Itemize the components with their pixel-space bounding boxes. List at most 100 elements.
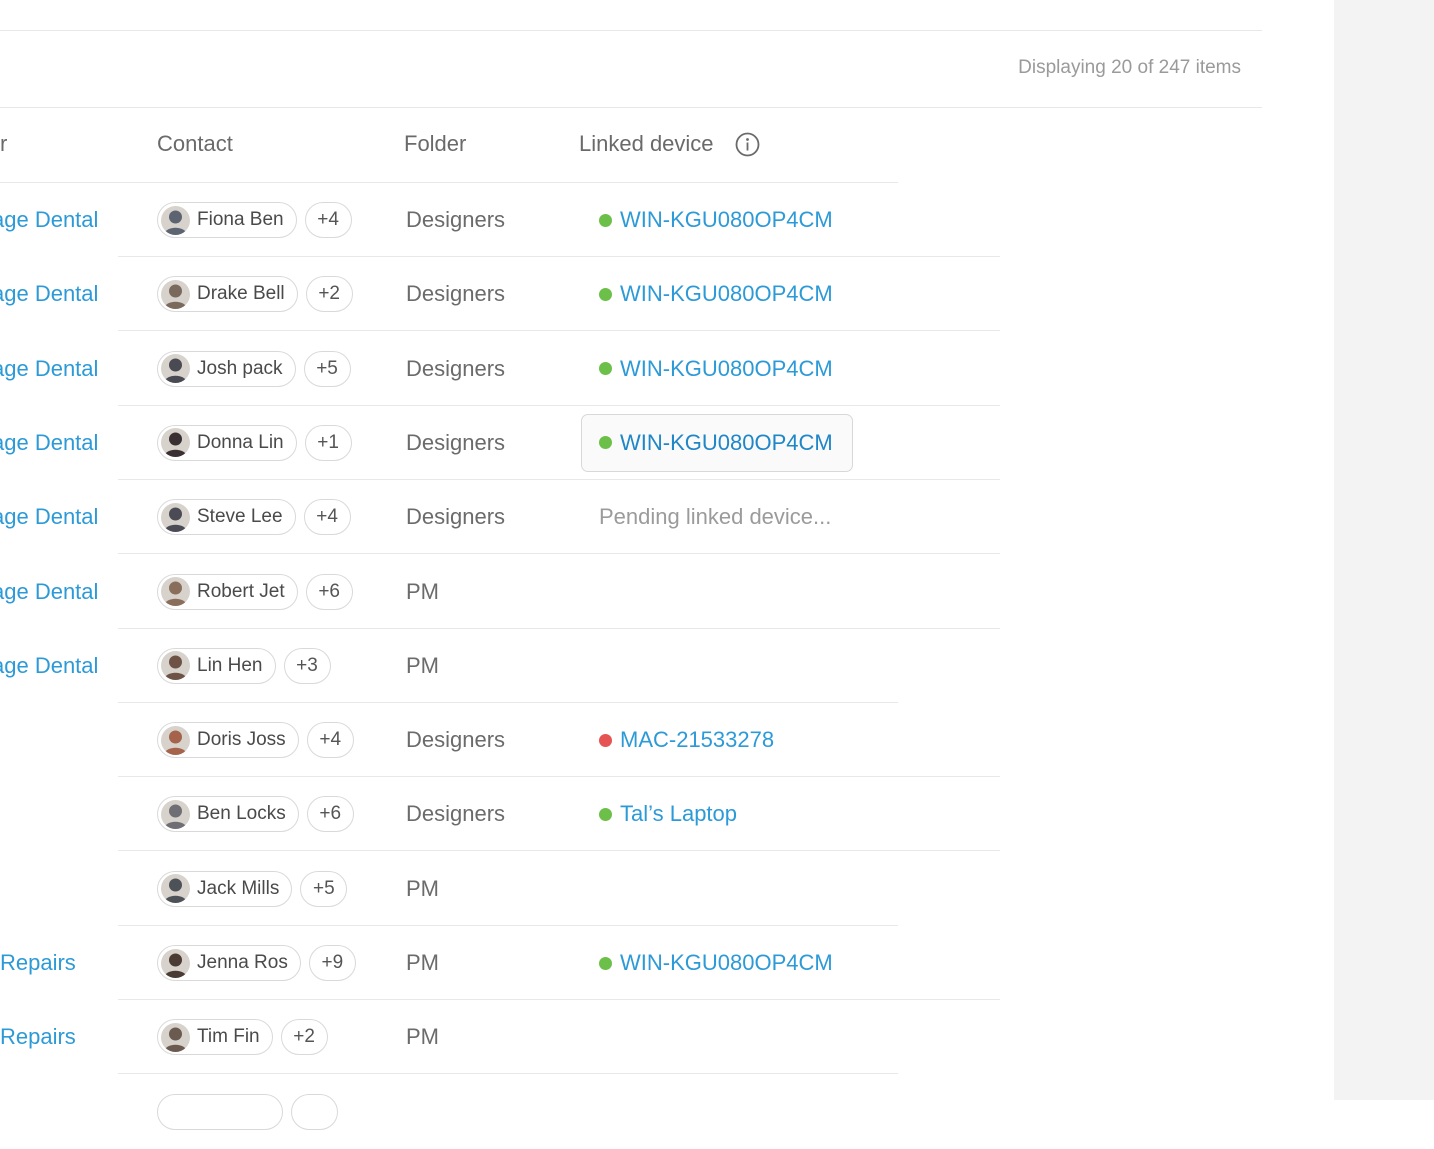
table-row[interactable]: age Dental Steve Lee +4 Designers Pending li… [0,480,1000,555]
more-contacts-badge[interactable]: +5 [300,870,348,907]
device-name: Tal’s Laptop [620,801,738,827]
more-contacts-badge[interactable]: +6 [306,796,354,833]
linked-device-link[interactable]: Tal’s Laptop [599,777,737,851]
folder-cell: Designers [406,355,506,381]
contact-name: Robert Jet [197,580,285,602]
contact-cell: Josh pack +5 [157,332,351,406]
table-row[interactable]: Jack Mills +5 PM [0,852,1000,926]
online-status-dot [599,436,612,450]
contact-name: Jack Mills [197,877,280,899]
folder-cell: PM [406,652,439,678]
contact-cell: Robert Jet +6 [157,555,353,629]
more-contacts-badge[interactable]: +4 [304,202,352,238]
contact-chip[interactable]: Steve Lee [157,499,296,536]
column-header-customer[interactable]: r [0,131,7,157]
more-contacts-badge[interactable]: +6 [305,573,353,610]
avatar [161,428,190,458]
toolbar-divider [0,30,1262,31]
table-row[interactable]: age Dental Josh pack +5 Designers WIN-KGU080… [0,332,1000,406]
table-row[interactable]: Ben Locks +6 Designers Tal’s Laptop [0,777,1000,852]
avatar [161,651,190,681]
contact-name: Fiona Ben [197,209,284,230]
contact-chip[interactable]: Jenna Ros [157,945,301,981]
contact-name: Donna Lin [197,431,284,453]
contact-cell: Steve Lee +4 [157,480,351,554]
contact-name: Ben Locks [197,803,286,825]
folder-cell: Designers [406,207,506,232]
contact-chip[interactable] [157,1093,283,1130]
table-row[interactable] [0,1075,1000,1149]
device-name: WIN-KGU080OP4CM [620,355,833,381]
column-header-contact[interactable]: Contact [157,131,233,157]
online-status-dot [599,213,612,227]
table-row[interactable]: age Dental Fiona Ben +4 Designers WIN-KGU080… [0,183,1000,257]
folder-cell: PM [406,875,439,901]
linked-device-link[interactable]: MAC-21533278 [599,703,774,777]
folder-cell: PM [406,578,439,604]
contact-cell: Jack Mills +5 [157,852,348,926]
contact-chip[interactable]: Lin Hen [157,647,276,684]
more-contacts-badge[interactable]: +2 [305,276,353,313]
more-contacts-badge[interactable]: +1 [304,424,352,461]
customer-link[interactable]: age Dental [0,629,98,703]
contact-name: Drake Bell [197,283,285,305]
more-contacts-badge[interactable]: +3 [283,647,331,684]
contact-chip[interactable]: Doris Joss [157,722,299,759]
more-contacts-badge[interactable]: +9 [308,945,356,981]
contact-cell: Doris Joss +4 [157,703,354,777]
customer-link[interactable]: age Dental [0,332,98,406]
table-row[interactable]: age Dental Robert Jet +6 PM [0,555,1000,629]
contact-chip[interactable]: Fiona Ben [157,202,297,238]
customer-link[interactable]: age Dental [0,183,98,257]
column-header-linked-device[interactable]: Linked device [579,131,714,157]
contact-chip[interactable]: Drake Bell [157,276,298,313]
folder-cell: PM [406,950,439,975]
device-name: WIN-KGU080OP4CM [620,207,833,232]
customer-link[interactable]: age Dental [0,480,98,554]
customer-link[interactable]: Repairs [0,926,76,1000]
contact-chip[interactable]: Ben Locks [157,796,299,833]
info-icon[interactable] [735,132,760,157]
avatar [161,1022,190,1052]
device-name: WIN-KGU080OP4CM [620,429,833,455]
contact-chip[interactable]: Robert Jet [157,573,298,610]
online-status-dot [599,362,612,376]
table-row[interactable]: Doris Joss +4 Designers MAC-21533278 [0,703,1000,778]
more-contacts-badge[interactable]: +2 [280,1019,328,1056]
pending-device-label: Pending linked device... [599,480,831,554]
avatar [161,205,190,235]
more-contacts-badge[interactable] [291,1093,338,1130]
contact-chip[interactable]: Tim Fin [157,1019,273,1056]
table-row[interactable]: age Dental Drake Bell +2 Designers WIN-KGU08… [0,257,1000,332]
table-row[interactable]: age Dental Donna Lin +1 Designers WIN-KGU080… [0,406,1000,480]
contact-cell: Drake Bell +2 [157,257,353,331]
column-header-folder[interactable]: Folder [404,131,466,157]
linked-device-link[interactable]: WIN-KGU080OP4CM [599,406,833,480]
table-row[interactable]: Repairs Tim Fin +2 PM [0,1000,1000,1075]
folder-cell: Designers [406,429,506,455]
linked-device-link[interactable]: WIN-KGU080OP4CM [599,183,833,257]
customer-link[interactable]: age Dental [0,555,98,629]
table-row[interactable]: age Dental Lin Hen +3 PM [0,629,1000,703]
contact-cell [157,1075,338,1149]
linked-device-link[interactable]: WIN-KGU080OP4CM [599,332,833,406]
contact-chip[interactable]: Josh pack [157,350,296,387]
items-count-label: Displaying 20 of 247 items [1018,57,1241,78]
avatar [161,577,190,606]
linked-device-link[interactable]: WIN-KGU080OP4CM [599,257,833,331]
customer-link[interactable]: Repairs [0,1000,76,1074]
contact-cell: Fiona Ben +4 [157,183,352,257]
more-contacts-badge[interactable]: +4 [306,722,354,759]
contact-cell: Lin Hen +3 [157,629,331,703]
contact-chip[interactable]: Donna Lin [157,424,297,461]
table-row[interactable]: Repairs Jenna Ros +9 PM WIN-KGU080OP4CM [0,926,1000,1000]
customer-link[interactable]: age Dental [0,406,98,480]
contact-chip[interactable]: Jack Mills [157,870,293,907]
online-status-dot [599,956,612,970]
more-contacts-badge[interactable]: +5 [303,350,351,387]
customer-link[interactable]: age Dental [0,257,98,331]
online-status-dot [599,807,612,821]
more-contacts-badge[interactable]: +4 [303,499,351,536]
linked-device-link[interactable]: WIN-KGU080OP4CM [599,926,833,1000]
avatar [161,354,190,384]
